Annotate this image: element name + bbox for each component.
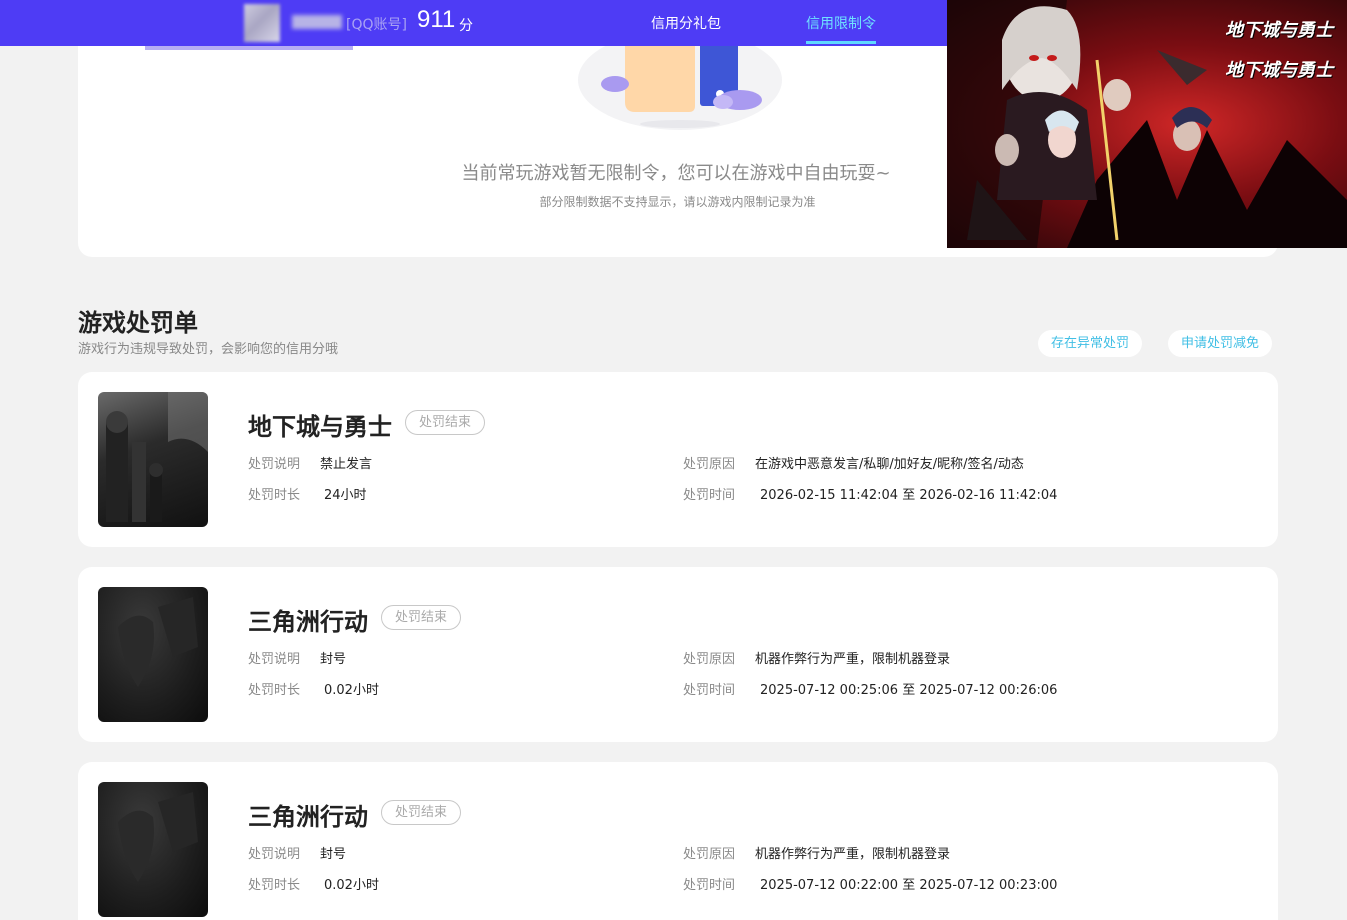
time-label: 处罚时间: [683, 878, 736, 893]
penalty-card: 三角洲行动 处罚结束 处罚说明 封号 处罚原因 机器作弊行为严重，限制机器登录 …: [78, 567, 1278, 742]
duration-label: 处罚时长: [248, 683, 301, 698]
credit-score: 911: [417, 6, 456, 33]
duration-label: 处罚时长: [248, 878, 301, 893]
avatar[interactable]: [244, 4, 280, 42]
duration-value: 0.02小时: [324, 683, 379, 698]
account-underbar: [145, 46, 353, 50]
game-name: 三角洲行动: [248, 803, 368, 831]
ad-banner[interactable]: 地下城与勇士 地下城与勇士: [947, 0, 1347, 248]
reason-value: 在游戏中恶意发言/私聊/加好友/昵称/签名/动态: [755, 457, 1024, 472]
reason-value: 机器作弊行为严重，限制机器登录: [755, 652, 951, 667]
game-thumbnail: [98, 587, 208, 722]
game-thumbnail: [98, 392, 208, 527]
duration-value: 0.02小时: [324, 878, 379, 893]
desc-label: 处罚说明: [248, 457, 301, 472]
duration-label: 处罚时长: [248, 488, 301, 503]
ad-logo-1: 地下城与勇士: [1225, 20, 1333, 41]
ad-logo-2: 地下城与勇士: [1225, 60, 1333, 81]
section-description: 游戏行为违规导致处罚，会影响您的信用分哦: [78, 342, 339, 357]
abnormal-penalty-button[interactable]: 存在异常处罚: [1038, 330, 1143, 357]
desc-value: 禁止发言: [320, 457, 373, 472]
time-value: 2025-07-12 00:25:06 至 2025-07-12 00:26:0…: [760, 683, 1058, 698]
appeal-reduction-button[interactable]: 申请处罚减免: [1168, 330, 1273, 357]
status-badge: 处罚结束: [381, 800, 462, 825]
account-type-label: [QQ账号]: [346, 17, 407, 33]
time-label: 处罚时间: [683, 488, 736, 503]
game-name: 三角洲行动: [248, 608, 368, 636]
reason-label: 处罚原因: [683, 652, 736, 667]
status-badge: 处罚结束: [381, 605, 462, 630]
game-thumbnail: [98, 782, 208, 917]
desc-label: 处罚说明: [248, 652, 301, 667]
desc-value: 封号: [320, 847, 347, 862]
time-label: 处罚时间: [683, 683, 736, 698]
tab-credit-gift[interactable]: 信用分礼包: [651, 13, 721, 33]
section-title: 游戏处罚单: [78, 309, 198, 337]
penalty-card: 地下城与勇士 处罚结束 处罚说明 禁止发言 处罚原因 在游戏中恶意发言/私聊/加…: [78, 372, 1278, 547]
duration-value: 24小时: [324, 488, 367, 503]
game-name: 地下城与勇士: [248, 413, 392, 441]
penalty-card: 三角洲行动 处罚结束 处罚说明 封号 处罚原因 机器作弊行为严重，限制机器登录 …: [78, 762, 1278, 920]
credit-score-unit: 分: [459, 18, 473, 34]
time-value: 2025-07-12 00:22:00 至 2025-07-12 00:23:0…: [760, 878, 1058, 893]
tab-credit-restriction[interactable]: 信用限制令: [806, 13, 876, 33]
desc-value: 封号: [320, 652, 347, 667]
reason-value: 机器作弊行为严重，限制机器登录: [755, 847, 951, 862]
desc-label: 处罚说明: [248, 847, 301, 862]
time-value: 2026-02-15 11:42:04 至 2026-02-16 11:42:0…: [760, 488, 1058, 503]
reason-label: 处罚原因: [683, 847, 736, 862]
reason-label: 处罚原因: [683, 457, 736, 472]
active-tab-indicator: [806, 41, 876, 44]
status-badge: 处罚结束: [405, 410, 486, 435]
nickname-blurred: [292, 15, 342, 29]
